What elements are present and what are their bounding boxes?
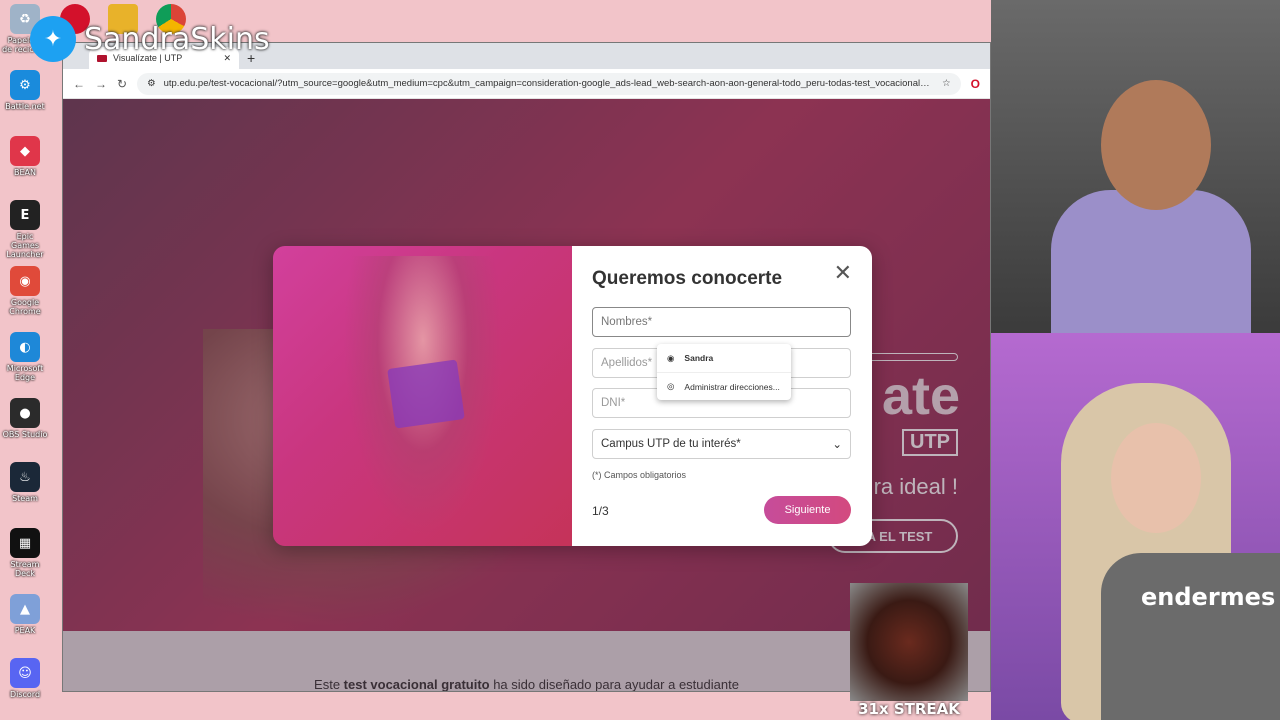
webcam-female-streamer: endermes xyxy=(991,333,1280,720)
app-icon: ♨ xyxy=(10,462,40,492)
app-icon: ☺ xyxy=(10,658,40,688)
desktop-icon[interactable]: E Epic Games Launcher xyxy=(2,200,48,259)
desktop-icon[interactable]: ◉ Google Chrome xyxy=(2,266,48,316)
person-icon: ◉ xyxy=(667,352,675,363)
nombres-input[interactable]: Nombres* xyxy=(592,307,851,337)
chevron-down-icon: ⌄ xyxy=(832,439,842,451)
address-bar: ← → ↻ ⚙ utp.edu.pe/test-vocacional/?utm_… xyxy=(63,69,990,99)
bookmark-star-icon[interactable]: ☆ xyxy=(942,78,951,89)
url-field[interactable]: ⚙ utp.edu.pe/test-vocacional/?utm_source… xyxy=(137,72,961,95)
apellidos-placeholder: Apellidos* xyxy=(601,357,653,369)
close-icon[interactable]: ✕ xyxy=(834,262,852,284)
nombres-placeholder: Nombres* xyxy=(601,316,653,328)
desktop-icon[interactable]: ● OBS Studio xyxy=(2,398,48,439)
desktop-icon-label: BEAN xyxy=(14,168,36,177)
desktop-icon[interactable]: ◐ Microsoft Edge xyxy=(2,332,48,382)
url-text: utp.edu.pe/test-vocacional/?utm_source=g… xyxy=(163,78,935,89)
streamer-shirt: endermes xyxy=(1101,553,1280,720)
back-button[interactable]: ← xyxy=(73,77,85,91)
autofill-manage-label: Administrar direcciones... xyxy=(684,381,780,392)
app-icon: ◆ xyxy=(10,136,40,166)
modal-image xyxy=(273,246,572,546)
twitter-icon: ✦ xyxy=(30,16,76,62)
dni-placeholder: DNI* xyxy=(601,397,626,409)
desktop-icon[interactable]: ⚙ Battle.net xyxy=(2,70,48,111)
desktop-icon-label: PEAK xyxy=(14,626,36,635)
opera-extension-icon[interactable]: O xyxy=(971,77,980,91)
desktop-icon-label: Discord xyxy=(9,690,41,699)
desktop-icon-label: Steam xyxy=(12,494,38,503)
modal-title: Queremos conocerte xyxy=(592,268,783,289)
webcam-male-streamer xyxy=(991,0,1280,333)
app-icon: ▦ xyxy=(10,528,40,558)
desktop-icon[interactable]: ▦ Stream Deck xyxy=(2,528,48,578)
app-icon: ◉ xyxy=(10,266,40,296)
desktop-icon-label: Epic Games Launcher xyxy=(6,232,44,259)
desktop-icon[interactable]: ♨ Steam xyxy=(2,462,48,503)
chrome-icon: ◎ xyxy=(667,381,675,391)
streak-text: 31x STREAK xyxy=(858,700,960,718)
twitter-handle: SandraSkins xyxy=(84,21,270,57)
desktop-icon-label: Battle.net xyxy=(5,102,45,111)
app-icon: ⚙ xyxy=(10,70,40,100)
streamer-head xyxy=(1101,80,1211,210)
step-indicator: 1/3 xyxy=(592,504,609,518)
desktop-icon-label: Google Chrome xyxy=(9,298,41,316)
app-icon: ◐ xyxy=(10,332,40,362)
emote-image xyxy=(850,583,968,701)
streamer-face xyxy=(1111,423,1201,533)
desktop-icon-label: Microsoft Edge xyxy=(6,364,44,382)
campus-select[interactable]: Campus UTP de tu interés* ⌄ xyxy=(592,429,851,459)
autofill-suggestion-label: Sandra xyxy=(684,353,714,363)
site-info-icon[interactable]: ⚙ xyxy=(147,78,156,89)
desktop-icon[interactable]: ▲ PEAK xyxy=(2,594,48,635)
twitter-overlay: ✦ SandraSkins xyxy=(30,16,270,62)
app-icon: E xyxy=(10,200,40,230)
desktop-icon-label: Stream Deck xyxy=(10,560,40,578)
autofill-manage[interactable]: ◎ Administrar direcciones... xyxy=(657,372,791,400)
folder-graphic xyxy=(387,359,465,429)
app-icon: ▲ xyxy=(10,594,40,624)
forward-button[interactable]: → xyxy=(95,77,107,91)
streamer-body xyxy=(1051,190,1251,333)
desktop-icon[interactable]: ☺ Discord xyxy=(2,658,48,699)
desktop-icon-label: OBS Studio xyxy=(2,430,48,439)
autofill-suggestion[interactable]: ◉ Sandra xyxy=(657,344,791,372)
required-note: (*) Campos obligatorios xyxy=(592,470,687,480)
campus-placeholder: Campus UTP de tu interés* xyxy=(601,438,741,450)
desktop-icons: ♻ Papelera de reciclaje ⚙ Battle.net ◆ BEAN E E… xyxy=(0,0,62,720)
desktop-icon[interactable]: ◆ BEAN xyxy=(2,136,48,177)
autofill-dropdown: ◉ Sandra ◎ Administrar direcciones... xyxy=(657,344,791,400)
app-icon: ● xyxy=(10,398,40,428)
reload-button[interactable]: ↻ xyxy=(117,77,127,91)
next-button[interactable]: Siguiente xyxy=(764,496,851,524)
